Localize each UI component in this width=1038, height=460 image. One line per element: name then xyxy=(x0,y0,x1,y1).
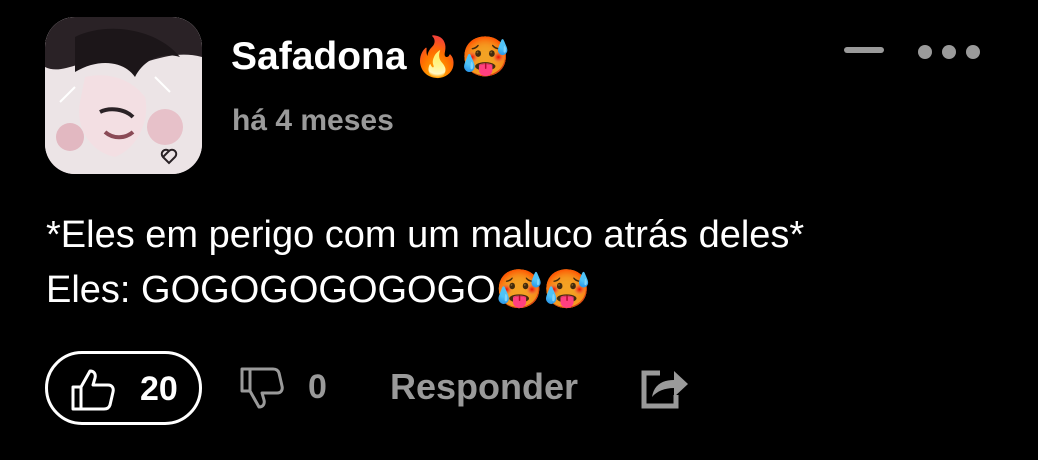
comment-timestamp: há 4 meses xyxy=(232,104,394,137)
comment-line: Eles: GOGOGOGOGOGO🥵🥵 xyxy=(46,269,591,311)
comment-body: *Eles em perigo com um maluco atrás dele… xyxy=(46,208,1006,318)
share-icon[interactable] xyxy=(638,365,690,411)
thumbs-down-icon[interactable] xyxy=(238,365,290,411)
collapse-button[interactable] xyxy=(843,40,885,60)
author-name: Safadona xyxy=(231,35,407,78)
comment-author[interactable]: Safadona 🔥🥵 xyxy=(231,34,510,80)
author-emojis: 🔥🥵 xyxy=(412,35,510,80)
reply-button[interactable]: Responder xyxy=(390,366,578,408)
like-count: 20 xyxy=(140,370,178,408)
more-dot-icon xyxy=(942,45,956,59)
more-options-button[interactable] xyxy=(918,40,980,64)
more-dot-icon xyxy=(966,45,980,59)
thumbs-up-icon xyxy=(71,369,115,411)
avatar[interactable] xyxy=(45,17,202,174)
minus-icon xyxy=(844,47,884,53)
comment-line: *Eles em perigo com um maluco atrás dele… xyxy=(46,214,805,256)
more-dot-icon xyxy=(918,45,932,59)
avatar-image xyxy=(45,17,202,174)
dislike-count: 0 xyxy=(308,368,327,406)
like-button[interactable]: 20 xyxy=(45,351,202,425)
